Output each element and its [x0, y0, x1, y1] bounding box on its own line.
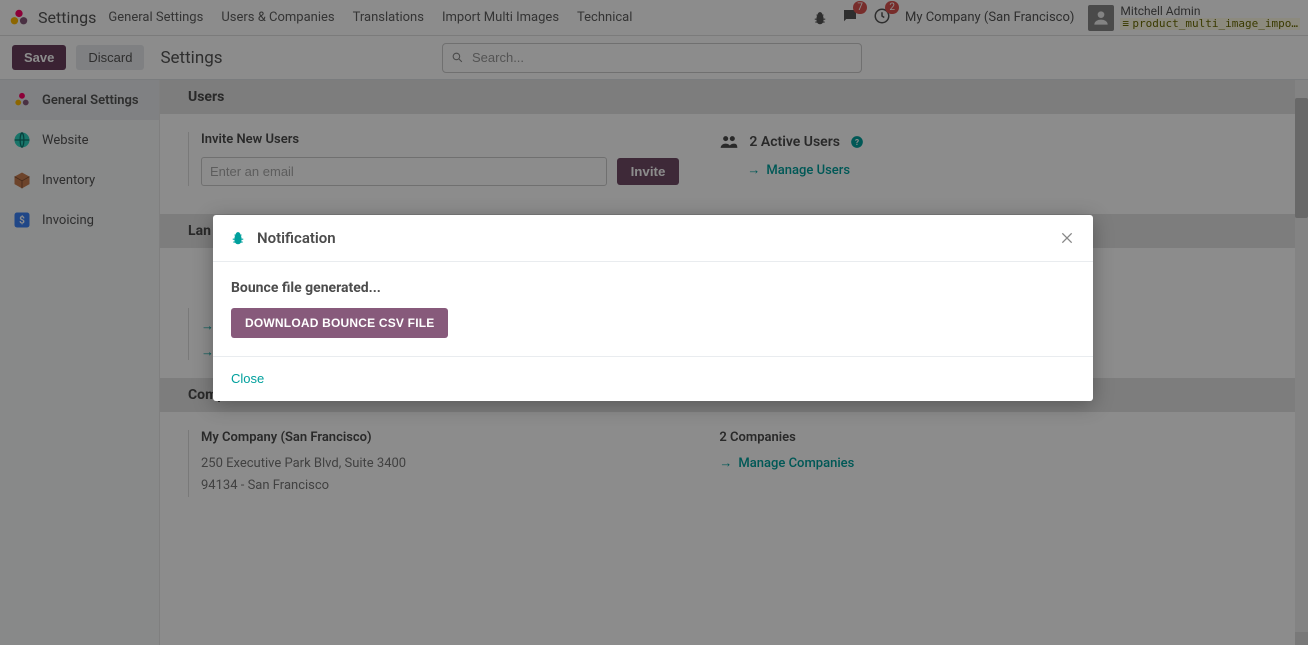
modal-body: Bounce file generated... DOWNLOAD BOUNCE… — [213, 262, 1093, 356]
bug-icon — [231, 231, 245, 245]
modal-footer: Close — [213, 356, 1093, 401]
close-button[interactable]: Close — [231, 371, 264, 386]
modal-message: Bounce file generated... — [231, 280, 1075, 296]
close-icon[interactable] — [1059, 230, 1075, 246]
modal-title: Notification — [257, 229, 1059, 247]
notification-modal: Notification Bounce file generated... DO… — [213, 215, 1093, 401]
modal-header: Notification — [213, 215, 1093, 262]
download-csv-button[interactable]: DOWNLOAD BOUNCE CSV FILE — [231, 308, 448, 338]
